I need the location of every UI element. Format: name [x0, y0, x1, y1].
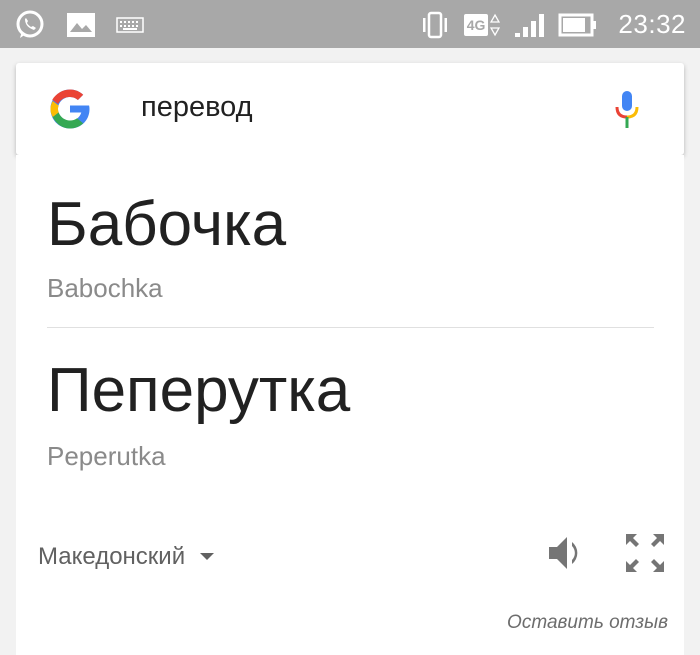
language-selector-label: Македонский — [38, 543, 186, 570]
google-g-icon — [50, 89, 90, 129]
whatsapp-icon — [16, 10, 44, 38]
microphone-icon[interactable] — [612, 89, 642, 131]
search-bar[interactable]: перевод — [16, 63, 684, 155]
battery-icon — [558, 13, 597, 36]
source-word: Бабочка — [47, 190, 287, 259]
data-arrows-icon — [490, 13, 501, 36]
keyboard-icon — [116, 17, 144, 33]
target-transliteration: Peperutka — [47, 441, 166, 471]
language-selector[interactable]: Македонский — [38, 543, 215, 571]
feedback-link[interactable]: Оставить отзыв — [507, 612, 668, 634]
vibrate-icon — [422, 11, 447, 38]
status-bar-system: 4G 23:32 — [420, 9, 686, 40]
status-bar: 4G 23:32 — [0, 0, 700, 48]
speaker-icon[interactable] — [547, 532, 589, 574]
network-4g-icon: 4G — [463, 13, 501, 37]
signal-icon — [515, 13, 545, 37]
network-type-label: 4G — [463, 13, 489, 36]
search-query[interactable]: перевод — [141, 91, 253, 124]
status-bar-notifications — [14, 9, 144, 41]
image-icon — [67, 13, 95, 37]
translation-card: Бабочка Babochka Пеперутка Peperutka Мак… — [16, 155, 684, 655]
dropdown-arrow-icon — [200, 553, 215, 560]
divider — [47, 327, 654, 328]
source-transliteration: Babochka — [47, 273, 163, 303]
fullscreen-icon[interactable] — [624, 532, 666, 574]
clock: 23:32 — [618, 9, 686, 39]
target-word: Пеперутка — [47, 356, 351, 425]
